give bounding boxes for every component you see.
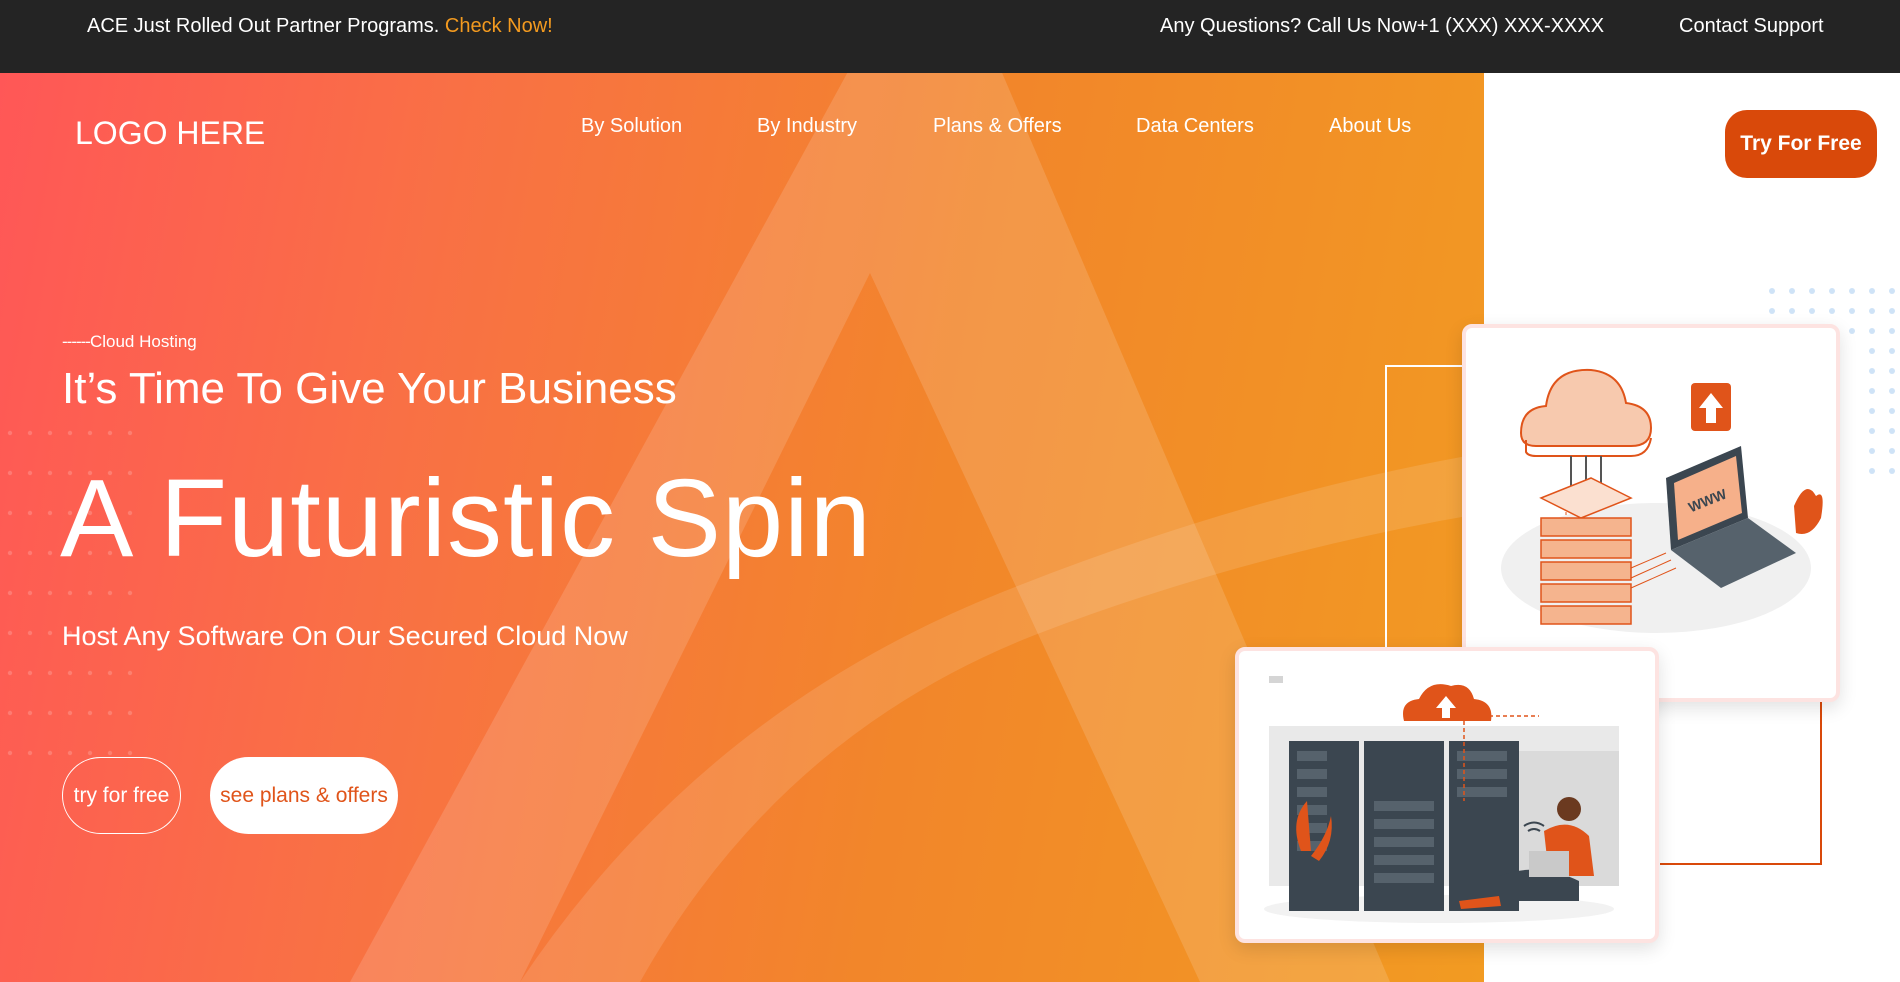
hero-title: A Futuristic Spin [60,457,872,580]
upload-arrow-icon [1691,383,1731,431]
hero-try-for-free-button[interactable]: try for free [62,757,181,834]
hero-subtitle: Host Any Software On Our Secured Cloud N… [62,621,628,651]
contact-support-link[interactable]: Contact Support [1679,15,1824,38]
nav-data-centers[interactable]: Data Centers [1136,115,1254,138]
cloud-server-illustration: WWW [1501,368,1823,633]
data-center-illustration-card [1235,647,1659,943]
cloud-icon [1519,368,1653,457]
eyebrow-dash: ------ [62,332,91,351]
top-announcement-bar: ACE Just Rolled Out Partner Programs. Ch… [0,0,1900,73]
eyebrow-text: Cloud Hosting [89,332,197,351]
eyebrow: ------Cloud Hosting [62,332,197,352]
frame-line-accent [1660,695,1822,865]
phone-info: Any Questions? Call Us Now+1 (XXX) XXX-X… [1160,15,1605,37]
nav-about-us[interactable]: About Us [1329,115,1411,138]
try-for-free-button[interactable]: Try For Free [1725,110,1877,178]
announcement: ACE Just Rolled Out Partner Programs. Ch… [87,15,553,38]
cloud-upload-icon [1403,684,1492,721]
cloud-hosting-illustration-card: WWW [1462,324,1840,702]
hero-headline: It’s Time To Give Your Business [62,364,677,413]
nav-plans-offers[interactable]: Plans & Offers [933,115,1062,138]
announcement-text: ACE Just Rolled Out Partner Programs. [87,15,440,37]
nav-by-solution[interactable]: By Solution [581,115,682,138]
main-navigation: By Solution By Industry Plans & Offers D… [0,115,1484,145]
data-center-illustration [1264,676,1619,923]
nav-by-industry[interactable]: By Industry [757,115,857,138]
frame-line-white [1385,365,1465,652]
check-now-link[interactable]: Check Now! [445,15,553,37]
server-stack [1539,477,1633,625]
see-plans-offers-button[interactable]: see plans & offers [210,757,398,834]
